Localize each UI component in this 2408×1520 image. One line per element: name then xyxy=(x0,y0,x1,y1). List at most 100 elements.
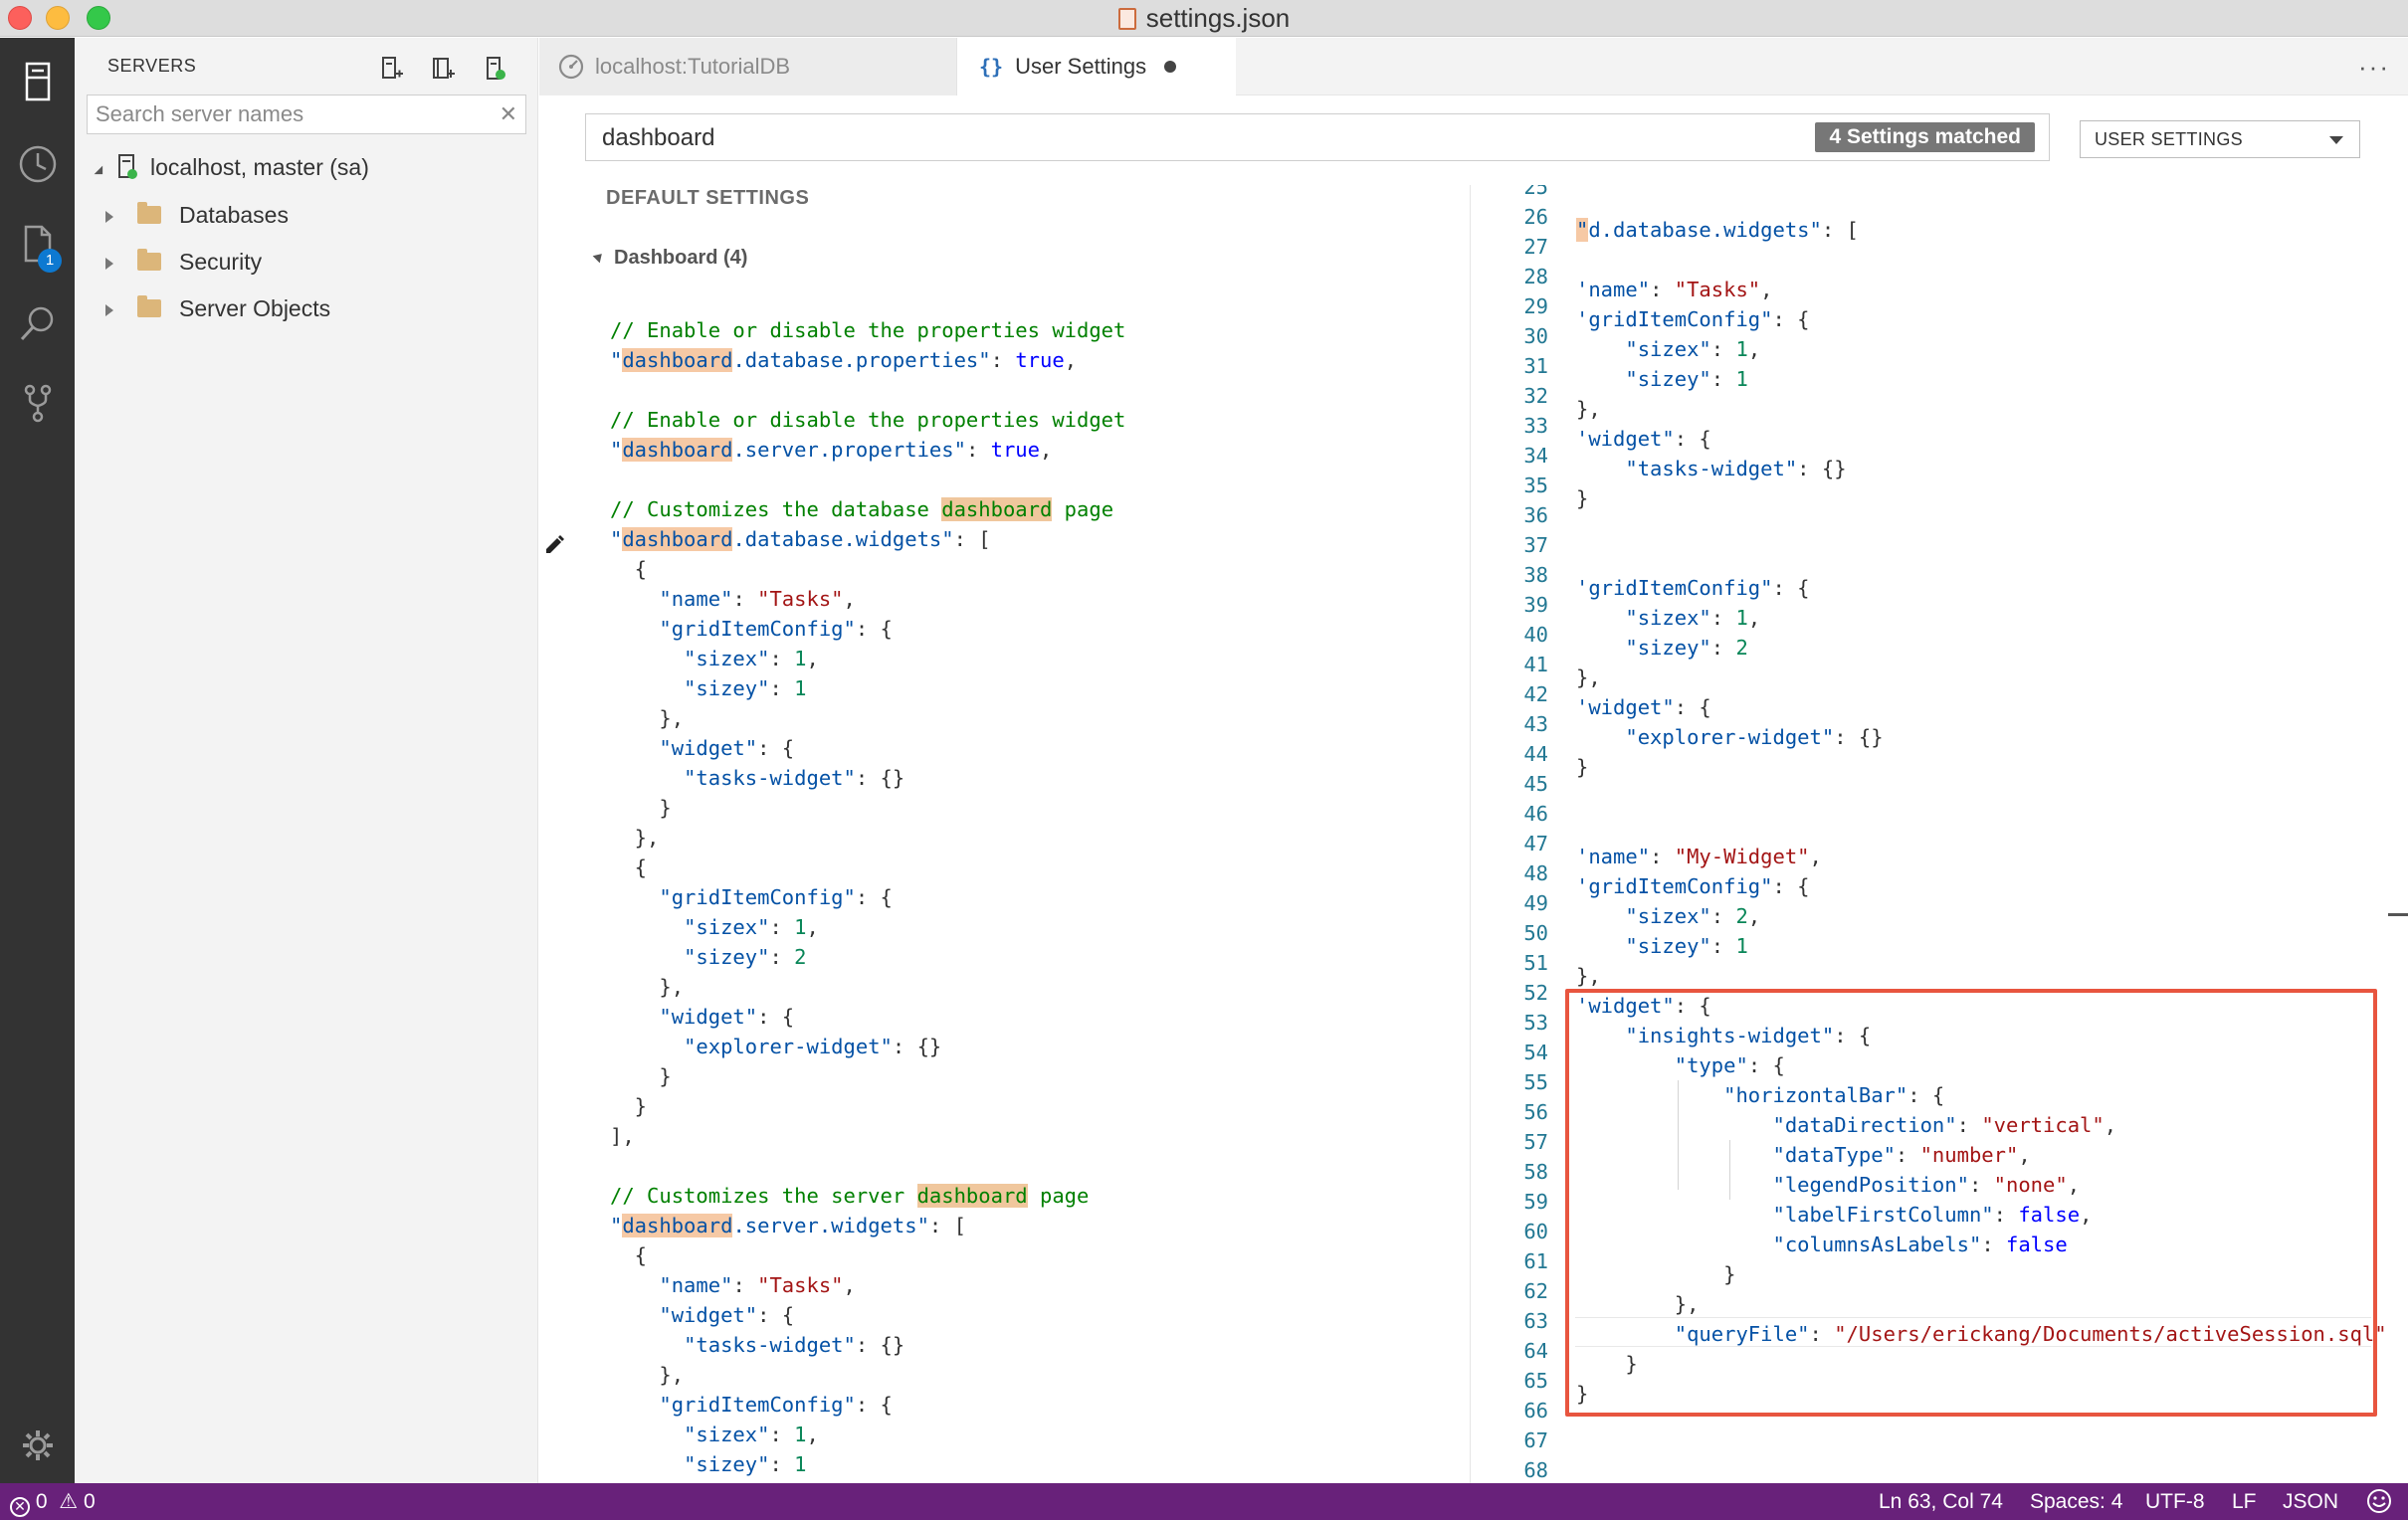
status-bar: ✕ 0 ⚠ 0 Ln 63, Col 74 Spaces: 4 UTF-8 LF… xyxy=(0,1483,2408,1520)
tree-node-security[interactable]: Security xyxy=(75,240,538,284)
line-number: 25 xyxy=(1523,185,1548,199)
dashboard-group-header[interactable]: Dashboard (4) xyxy=(592,247,748,270)
line-number: 49 xyxy=(1523,891,1548,915)
line-number: 46 xyxy=(1523,802,1548,826)
line-number: 47 xyxy=(1523,832,1548,855)
search-activity-button[interactable] xyxy=(0,288,75,358)
tab-user-settings[interactable]: {} User Settings xyxy=(957,38,1236,95)
tab-label: localhost:TutorialDB xyxy=(595,54,791,79)
line-number: 67 xyxy=(1523,1428,1548,1452)
settings-search-box[interactable]: dashboard 4 Settings matched xyxy=(585,113,2050,161)
default-settings-title: DEFAULT SETTINGS xyxy=(606,187,810,209)
error-icon: ✕ xyxy=(10,1497,30,1517)
tree-node-label: Databases xyxy=(179,201,289,228)
active-connections-icon xyxy=(487,57,505,80)
line-number: 35 xyxy=(1523,474,1548,497)
server-node[interactable]: localhost, master (sa) xyxy=(75,145,538,189)
show-active-connections-button[interactable] xyxy=(478,52,511,86)
line-number: 28 xyxy=(1523,265,1548,288)
line-number: 45 xyxy=(1523,772,1548,796)
history-activity-button[interactable] xyxy=(0,129,75,199)
folder-icon xyxy=(137,249,161,271)
line-number: 31 xyxy=(1523,354,1548,378)
line-number: 64 xyxy=(1523,1339,1548,1363)
unsaved-changes-dot[interactable] xyxy=(1164,61,1177,73)
line-number: 37 xyxy=(1523,533,1548,557)
json-file-icon xyxy=(1117,8,1136,30)
expanded-chevron-icon[interactable] xyxy=(94,154,112,181)
dashboard-group-label: Dashboard (4) xyxy=(614,247,748,269)
settings-scope-value: USER SETTINGS xyxy=(2095,129,2243,149)
explorer-badge: 1 xyxy=(38,249,62,273)
tree-node-server-objects[interactable]: Server Objects xyxy=(75,286,538,330)
line-number: 32 xyxy=(1523,384,1548,408)
more-actions-button[interactable]: ··· xyxy=(2358,52,2390,83)
servers-activity-button[interactable] xyxy=(0,47,75,116)
warning-icon: ⚠ xyxy=(59,1490,79,1513)
server-search-box: ✕ xyxy=(87,95,526,134)
line-number: 56 xyxy=(1523,1100,1548,1124)
folder-icon xyxy=(137,295,161,317)
line-number: 30 xyxy=(1523,324,1548,348)
line-number: 42 xyxy=(1523,682,1548,706)
problems-indicator[interactable]: ✕ 0 ⚠ 0 xyxy=(10,1483,96,1520)
line-number: 63 xyxy=(1523,1309,1548,1333)
line-number: 61 xyxy=(1523,1249,1548,1273)
default-settings-code[interactable]: // Enable or disable the properties widg… xyxy=(610,315,1125,1479)
clear-search-icon[interactable]: ✕ xyxy=(500,103,517,125)
feedback-smiley-button[interactable] xyxy=(2366,1483,2392,1520)
new-connection-button[interactable] xyxy=(374,52,408,86)
chevron-down-icon xyxy=(2329,136,2343,144)
manage-activity-button[interactable] xyxy=(0,1411,75,1480)
server-search-input[interactable] xyxy=(96,95,494,133)
new-server-group-button[interactable] xyxy=(426,52,460,86)
title-bar: settings.json xyxy=(0,0,2408,37)
line-number: 51 xyxy=(1523,951,1548,975)
line-number: 68 xyxy=(1523,1458,1548,1482)
settings-matched-badge: 4 Settings matched xyxy=(1815,122,2035,152)
source-control-icon xyxy=(24,384,51,423)
line-number: 55 xyxy=(1523,1070,1548,1094)
line-number: 33 xyxy=(1523,414,1548,438)
explorer-activity-button[interactable]: 1 xyxy=(0,209,75,279)
language-mode[interactable]: JSON xyxy=(2283,1483,2338,1520)
line-number: 41 xyxy=(1523,653,1548,676)
cursor-position[interactable]: Ln 63, Col 74 xyxy=(1879,1483,2003,1520)
new-server-group-icon xyxy=(433,58,455,79)
eol-setting[interactable]: LF xyxy=(2232,1483,2257,1520)
line-number: 59 xyxy=(1523,1190,1548,1214)
tab-tutorialdb[interactable]: localhost:TutorialDB xyxy=(539,38,957,95)
sidebar-title: SERVERS xyxy=(107,56,197,76)
settings-search-query: dashboard xyxy=(602,124,715,151)
indentation-setting[interactable]: Spaces: 4 xyxy=(2030,1483,2122,1520)
line-number: 48 xyxy=(1523,861,1548,885)
encoding-setting[interactable]: UTF-8 xyxy=(2145,1483,2205,1520)
window-title: settings.json xyxy=(1145,3,1291,33)
line-number: 60 xyxy=(1523,1220,1548,1243)
line-number: 43 xyxy=(1523,712,1548,736)
default-settings-pane: DEFAULT SETTINGS Dashboard (4) // Enable… xyxy=(539,169,1470,1483)
collapsed-chevron-icon[interactable] xyxy=(105,202,125,229)
edit-pencil-icon[interactable] xyxy=(543,533,565,555)
collapse-triangle-icon[interactable] xyxy=(592,250,606,264)
source-control-activity-button[interactable] xyxy=(0,368,75,438)
servers-sidebar: SERVERS ✕ localhost, master (sa) Databas… xyxy=(75,38,538,1483)
scrollbar-marker[interactable] xyxy=(2388,913,2408,916)
settings-scope-dropdown[interactable]: USER SETTINGS xyxy=(2080,120,2360,158)
line-number: 29 xyxy=(1523,294,1548,318)
window-title-container: settings.json xyxy=(0,0,2408,37)
line-number: 50 xyxy=(1523,921,1548,945)
line-number: 65 xyxy=(1523,1369,1548,1393)
tree-node-databases[interactable]: Databases xyxy=(75,193,538,237)
line-number: 54 xyxy=(1523,1041,1548,1064)
collapsed-chevron-icon[interactable] xyxy=(105,249,125,276)
servers-icon xyxy=(25,62,50,101)
search-icon xyxy=(20,306,53,341)
tree-node-label: Security xyxy=(179,248,263,275)
new-connection-icon xyxy=(382,57,403,79)
smiley-icon xyxy=(2367,1489,2391,1513)
collapsed-chevron-icon[interactable] xyxy=(105,295,125,322)
warning-count: 0 xyxy=(84,1490,96,1513)
line-number: 44 xyxy=(1523,742,1548,766)
line-number: 53 xyxy=(1523,1011,1548,1035)
